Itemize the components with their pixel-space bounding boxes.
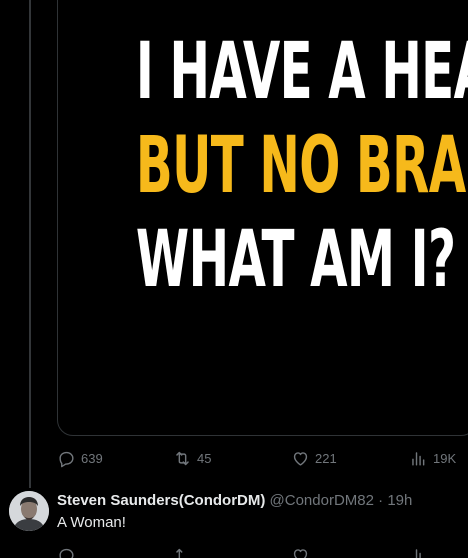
reply-author-handle[interactable]: @CondorDM82 <box>270 492 374 509</box>
reply-icon <box>59 451 74 468</box>
views-icon <box>412 452 425 466</box>
reply-separator: · <box>378 492 384 509</box>
views-button[interactable]: 19K <box>409 449 456 468</box>
like-icon[interactable] <box>291 546 310 558</box>
like-button[interactable]: 221 <box>291 449 337 468</box>
meme-text-block: I HAVE A HEAD, BUT NO BRAIN. WHAT AM I? <box>135 27 468 315</box>
meme-line-2: BUT NO BRAIN. <box>135 121 468 211</box>
avatar[interactable] <box>9 491 49 531</box>
meme-line-1: I HAVE A HEAD, <box>135 27 468 117</box>
retweet-icon <box>176 451 189 466</box>
reply-text: A Woman! <box>57 514 126 531</box>
reply-button[interactable]: 639 <box>57 449 103 468</box>
meme-line-3: WHAT AM I? <box>135 215 456 305</box>
views-icon[interactable] <box>409 546 428 558</box>
reply-header: Steven Saunders(CondorDM) @CondorDM82 · … <box>57 492 462 509</box>
tweet-media-image[interactable]: I HAVE A HEAD, BUT NO BRAIN. WHAT AM I? <box>57 0 468 436</box>
retweet-icon[interactable] <box>173 546 192 558</box>
avatar-photo <box>9 491 49 531</box>
like-count: 221 <box>315 451 337 466</box>
reply-timestamp[interactable]: 19h <box>387 492 412 509</box>
views-count: 19K <box>433 451 457 466</box>
reply-action-bar <box>57 546 457 558</box>
reply-count: 639 <box>81 451 103 466</box>
reply-icon[interactable] <box>57 546 76 558</box>
like-icon <box>293 452 308 466</box>
reply-author-name[interactable]: Steven Saunders(CondorDM) <box>57 492 265 509</box>
retweet-count: 45 <box>197 451 212 466</box>
thread-connector-line <box>29 0 31 488</box>
retweet-button[interactable]: 45 <box>173 449 211 468</box>
tweet-action-bar: 639 45 221 19K <box>57 449 457 471</box>
